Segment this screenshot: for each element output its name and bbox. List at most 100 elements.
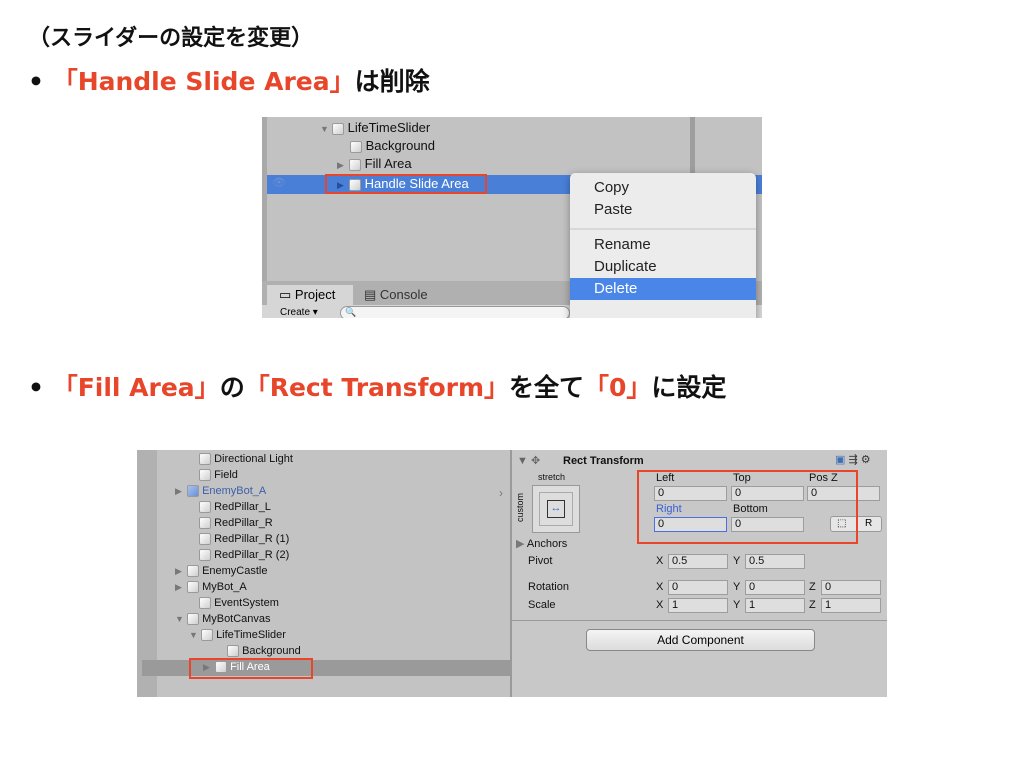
menu-item-delete[interactable]: Delete	[570, 278, 756, 300]
bullet-1-action: は削除	[354, 67, 430, 96]
help-icon[interactable]: ▣	[835, 454, 845, 466]
gameobject-icon	[215, 661, 227, 674]
item-label: RedPillar_R (2)	[214, 549, 290, 561]
bullet-1: • 「Handle Slide Area」は削除	[28, 67, 430, 96]
scale-y-field[interactable]: 1	[745, 598, 805, 613]
rotation-z-field[interactable]: 0	[821, 580, 881, 595]
context-menu: Copy Paste Rename Duplicate Delete	[570, 173, 756, 318]
foldout-arrow-icon[interactable]: ▶	[175, 566, 187, 577]
bullet-2-text: を全て	[509, 373, 585, 402]
item-label: EventSystem	[214, 597, 279, 609]
hierarchy-item[interactable]: Field	[199, 469, 238, 482]
menu-item-rename[interactable]: Rename	[570, 234, 756, 256]
tab-console[interactable]: ▤ Console	[364, 287, 428, 303]
pivot-x-field[interactable]: 0.5	[668, 554, 728, 569]
foldout-arrow-icon[interactable]: ▼ ✥	[517, 454, 540, 467]
foldout-arrow-icon[interactable]: ▶	[203, 662, 215, 673]
bullet-2-text: の	[219, 373, 245, 402]
bullet-2: • 「Fill Area」の「Rect Transform」を全て「0」に設定	[28, 373, 727, 402]
hierarchy-item[interactable]: ▶ MyBot_A	[175, 581, 247, 594]
foldout-arrow-icon[interactable]: ▼	[189, 630, 201, 640]
item-label: EnemyBot_A	[202, 485, 267, 497]
scale-z-field[interactable]: 1	[821, 598, 881, 613]
hierarchy-item[interactable]: ▶ EnemyCastle	[175, 565, 267, 578]
hierarchy-item[interactable]: Background	[350, 138, 435, 153]
hierarchy-item[interactable]: Directional Light	[199, 453, 293, 466]
highlight-box	[325, 174, 487, 194]
hierarchy-item[interactable]: RedPillar_L	[199, 501, 271, 514]
gameobject-icon	[201, 629, 213, 642]
tab-label: Console	[379, 287, 428, 302]
unity-screenshot-2: Directional Light Field ▶ EnemyBot_A RedP…	[137, 450, 887, 697]
tab-label: Project	[294, 287, 336, 302]
gameobject-icon	[187, 485, 199, 498]
menu-item-copy[interactable]: Copy	[570, 177, 756, 199]
item-label: LifeTimeSlider	[216, 629, 286, 641]
anchors-foldout[interactable]: ▶ Anchors	[516, 537, 567, 550]
item-label: Directional Light	[214, 453, 293, 465]
search-input[interactable]: 🔍	[340, 306, 570, 318]
hierarchy-item[interactable]: ▼ LifeTimeSlider	[189, 629, 286, 642]
hierarchy-item[interactable]: Background	[227, 645, 301, 658]
eye-icon[interactable]: 👁	[272, 176, 286, 189]
gameobject-icon	[187, 613, 199, 626]
bullet-2-text: に設定	[651, 373, 727, 402]
gameobject-icon	[199, 469, 211, 482]
item-label: RedPillar_L	[214, 501, 271, 513]
hierarchy-item[interactable]: ▼ MyBotCanvas	[175, 613, 271, 626]
scale-label: Scale	[528, 599, 556, 611]
add-component-button[interactable]: Add Component	[586, 629, 815, 651]
hierarchy-item[interactable]: RedPillar_R	[199, 517, 273, 530]
hierarchy-item[interactable]: RedPillar_R (1)	[199, 533, 290, 546]
menu-item-duplicate[interactable]: Duplicate	[570, 256, 756, 278]
menu-item-paste[interactable]: Paste	[570, 199, 756, 221]
foldout-arrow-icon[interactable]: ▼	[175, 614, 187, 624]
foldout-arrow-icon[interactable]: ▶	[175, 582, 187, 593]
gameobject-icon	[199, 533, 211, 546]
rotation-label: Rotation	[528, 581, 569, 593]
chevron-right-icon[interactable]: ›	[499, 486, 503, 500]
rotation-x-field[interactable]: 0	[668, 580, 728, 595]
y-label: Y	[733, 555, 741, 567]
stretch-horizontal-icon: ↔	[547, 500, 565, 518]
foldout-arrow-icon[interactable]: ▶	[175, 486, 187, 497]
item-label: RedPillar_R	[214, 517, 273, 529]
create-label: Create	[280, 307, 311, 318]
menu-divider	[570, 228, 756, 230]
hierarchy-item[interactable]: EventSystem	[199, 597, 279, 610]
gameobject-icon	[227, 645, 239, 658]
anchors-label: Anchors	[526, 538, 568, 550]
scale-x-field[interactable]: 1	[668, 598, 728, 613]
item-label: LifeTimeSlider	[347, 120, 431, 135]
y-label: Y	[733, 599, 741, 611]
gameobject-icon	[187, 565, 199, 578]
preset-icon[interactable]: ⇶	[848, 454, 857, 466]
pivot-label: Pivot	[528, 555, 553, 567]
gameobject-icon	[199, 597, 211, 610]
pivot-y-field[interactable]: 0.5	[745, 554, 805, 569]
bullet-1-target: 「Handle Slide Area」	[52, 67, 355, 96]
gear-icon[interactable]: ⚙	[861, 454, 871, 466]
item-label: Background	[242, 645, 301, 657]
bullet-2-value: 「0」	[584, 373, 652, 402]
tab-project[interactable]: ▭ Project	[267, 285, 353, 305]
gameobject-icon	[199, 517, 211, 530]
hierarchy-item[interactable]: ▶ Fill Area	[203, 661, 270, 674]
hierarchy-item[interactable]: ▶ EnemyBot_A	[175, 485, 267, 498]
item-label: RedPillar_R (1)	[214, 533, 290, 545]
item-label: MyBotCanvas	[202, 613, 271, 625]
inspector-panel: ▼ ✥ Rect Transform ▣ ⇶ ⚙ stretch custom …	[512, 450, 887, 697]
gameobject-icon	[199, 549, 211, 562]
x-label: X	[656, 599, 664, 611]
component-icons[interactable]: ▣ ⇶ ⚙	[835, 453, 871, 466]
hierarchy-screenshot-1: ▼ LifeTimeSlider Background ▶ Fill Area …	[262, 117, 762, 318]
anchor-preset-button[interactable]: ↔	[532, 485, 580, 533]
custom-label: custom	[515, 492, 525, 522]
create-dropdown[interactable]: Create ▾	[280, 307, 318, 318]
hierarchy-item[interactable]: ▶ Fill Area	[337, 156, 412, 171]
rotation-y-field[interactable]: 0	[745, 580, 805, 595]
raw-edit-button[interactable]: R	[865, 518, 872, 529]
hierarchy-item[interactable]: RedPillar_R (2)	[199, 549, 290, 562]
hierarchy-item[interactable]: ▼ LifeTimeSlider	[320, 120, 430, 135]
gameobject-icon	[349, 158, 361, 171]
